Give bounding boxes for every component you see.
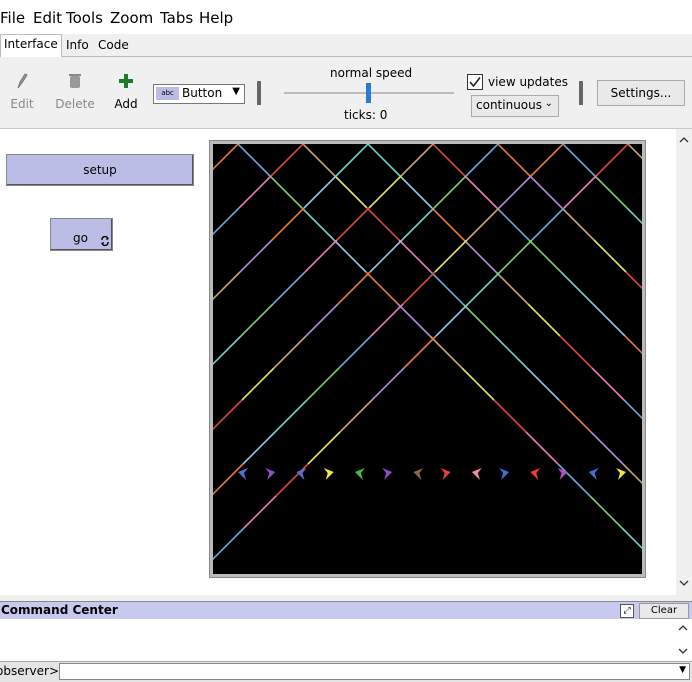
history-dropdown-icon[interactable]: ▼ [679,665,686,675]
tab-bar: Interface Info Code [0,34,692,57]
scrollbar-arrows[interactable] [676,129,692,595]
add-button[interactable]: Add [110,72,142,111]
command-center-title: Command Center [1,603,118,617]
observer-prompt[interactable]: observer> [0,664,59,678]
edit-label: Edit [10,97,34,111]
menu-edit[interactable]: Edit [33,9,62,27]
interface-scrollbar[interactable] [676,129,692,595]
command-center-header: Command Center ⤢ Clear [0,601,692,619]
go-button[interactable]: go [50,218,113,251]
widget-type-value: Button [182,86,223,100]
update-mode-value: continuous [476,98,542,112]
speed-label: normal speed [330,66,413,80]
toolbar-separator [579,81,583,105]
menu-tabs[interactable]: Tabs [160,9,193,27]
world-view[interactable] [213,144,642,574]
view-updates-label: view updates [488,75,568,89]
scroll-down-icon [679,580,689,586]
tab-code[interactable]: Code [95,36,132,55]
delete-button[interactable]: Delete [54,72,96,111]
plus-icon [119,74,133,88]
add-label: Add [114,97,138,111]
setup-button[interactable]: setup [6,154,194,186]
pencil-icon [17,73,28,89]
command-input-row: observer> ▼ [0,662,692,682]
edit-button[interactable]: Edit [6,72,38,111]
menu-bar: File Edit Tools Zoom Tabs Help [0,0,692,34]
delete-label: Delete [55,97,95,111]
output-scroll-arrows[interactable] [676,621,690,659]
toolbar: Edit Delete Add abc Button ▼ normal spee… [0,57,692,129]
menu-file[interactable]: File [0,9,25,27]
command-input[interactable] [59,663,690,680]
trash-icon [69,74,81,88]
menu-tools[interactable]: Tools [66,9,103,27]
chevron-down-icon: ⌄ [544,98,553,109]
toolbar-separator [257,81,261,105]
speed-slider-thumb[interactable] [366,83,371,103]
menu-help[interactable]: Help [199,9,233,27]
update-mode-dropdown[interactable]: continuous ⌄ [471,95,559,117]
command-center-output[interactable] [0,619,692,662]
scroll-up-icon [678,625,688,631]
tab-info[interactable]: Info [63,36,92,55]
ticks-counter: ticks: 0 [344,108,388,122]
settings-button[interactable]: Settings... [597,80,685,106]
go-label: go [73,231,88,245]
forever-icon [101,236,109,246]
checkmark-icon [469,77,481,88]
view-updates-checkbox[interactable] [467,74,483,90]
clear-button[interactable]: Clear [639,603,689,619]
expand-icon[interactable]: ⤢ [620,604,634,618]
scroll-up-icon [679,137,689,143]
world-background [213,144,642,574]
tab-interface[interactable]: Interface [0,34,62,57]
world-view-frame[interactable] [209,140,646,578]
button-widget-icon: abc [156,87,179,100]
interface-panel: setup go [0,129,692,595]
chevron-down-icon: ▼ [232,86,240,97]
scroll-down-icon [678,648,688,654]
menu-zoom[interactable]: Zoom [110,9,153,27]
widget-type-dropdown[interactable]: abc Button ▼ [153,84,245,104]
